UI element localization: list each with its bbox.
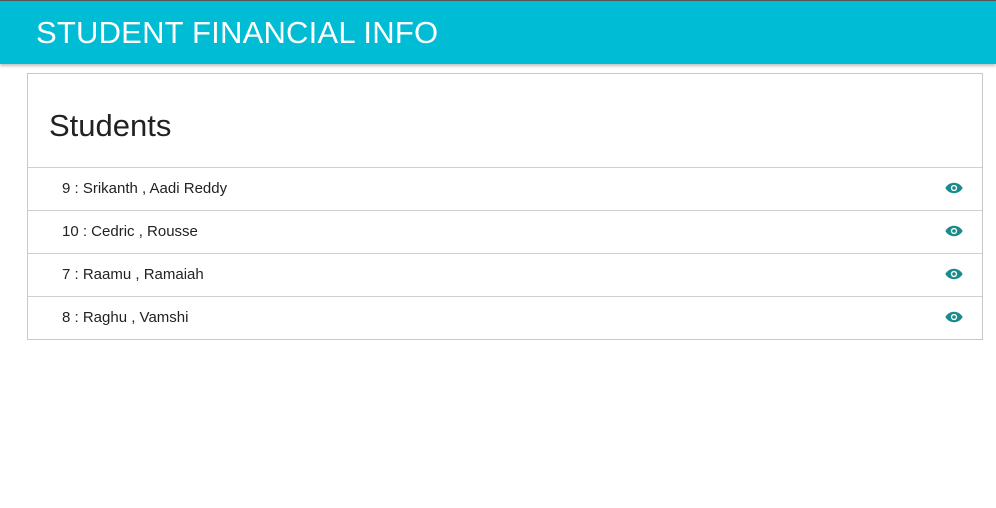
student-row: 7 : Raamu , Ramaiah: [28, 253, 982, 296]
student-row: 8 : Raghu , Vamshi: [28, 296, 982, 339]
panel-title: Students: [49, 108, 172, 143]
app-title: STUDENT FINANCIAL INFO: [36, 15, 439, 50]
eye-icon[interactable]: [945, 181, 963, 195]
student-label: 8 : Raghu , Vamshi: [62, 309, 189, 326]
app-header: STUDENT FINANCIAL INFO: [0, 0, 996, 64]
student-label: 7 : Raamu , Ramaiah: [62, 266, 204, 283]
student-label: 10 : Cedric , Rousse: [62, 223, 198, 240]
student-row: 9 : Srikanth , Aadi Reddy: [28, 167, 982, 210]
eye-icon[interactable]: [945, 224, 963, 238]
eye-icon[interactable]: [945, 267, 963, 281]
student-row: 10 : Cedric , Rousse: [28, 210, 982, 253]
student-label: 9 : Srikanth , Aadi Reddy: [62, 180, 228, 197]
student-list: 9 : Srikanth , Aadi Reddy 10 : Cedric , …: [28, 167, 982, 339]
eye-icon[interactable]: [945, 310, 963, 324]
students-panel: Students 9 : Srikanth , Aadi Reddy 10 : …: [27, 73, 983, 340]
